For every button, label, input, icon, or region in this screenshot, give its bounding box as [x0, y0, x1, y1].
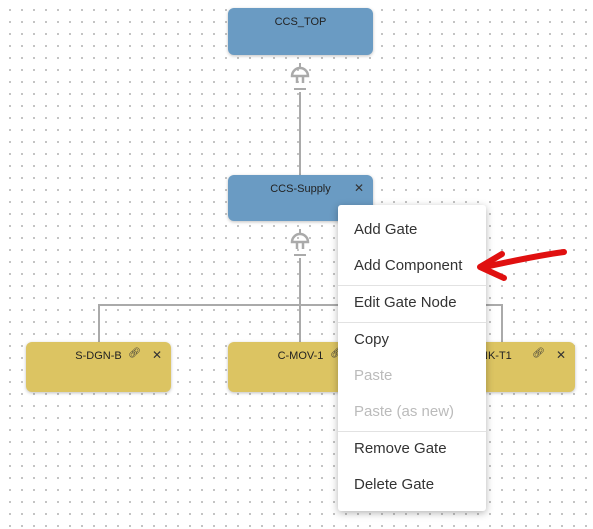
menu-divider — [338, 285, 486, 286]
menu-divider — [338, 431, 486, 432]
menu-item-paste-as-new: Paste (as new) — [354, 403, 455, 420]
menu-item-remove-gate[interactable]: Remove Gate — [354, 440, 447, 457]
menu-item-paste: Paste — [354, 367, 393, 384]
component-node[interactable]: S-DGN-B 🔗︎ ✕ — [26, 342, 171, 392]
node-label: CCS-Supply — [270, 183, 331, 195]
link-icon[interactable]: 🔗︎ — [128, 348, 141, 359]
red-arrow-annotation — [477, 249, 567, 281]
plug-icon — [290, 63, 310, 90]
connector-line — [299, 92, 301, 175]
close-icon[interactable]: ✕ — [354, 181, 364, 195]
node-label: CCS_TOP — [274, 16, 327, 28]
gate-node-ccs-top[interactable]: CCS_TOP — [228, 8, 373, 55]
close-icon[interactable]: ✕ — [556, 348, 566, 362]
connector-line — [299, 258, 301, 305]
menu-divider — [338, 322, 486, 323]
menu-item-add-gate[interactable]: Add Gate — [354, 221, 417, 238]
close-icon[interactable]: ✕ — [152, 348, 162, 362]
connector-line — [299, 304, 301, 342]
connector-line — [501, 304, 503, 342]
connector-line — [98, 304, 100, 342]
menu-item-add-component[interactable]: Add Component — [354, 257, 462, 274]
link-icon[interactable]: 🔗︎ — [532, 348, 545, 359]
menu-item-delete-gate[interactable]: Delete Gate — [354, 476, 434, 493]
menu-item-edit-gate-node[interactable]: Edit Gate Node — [354, 294, 457, 311]
node-label: S-DGN-B — [75, 350, 122, 362]
menu-item-copy[interactable]: Copy — [354, 331, 389, 348]
plug-icon — [290, 229, 310, 256]
context-menu: Add Gate Add Component Edit Gate Node Co… — [338, 205, 486, 511]
